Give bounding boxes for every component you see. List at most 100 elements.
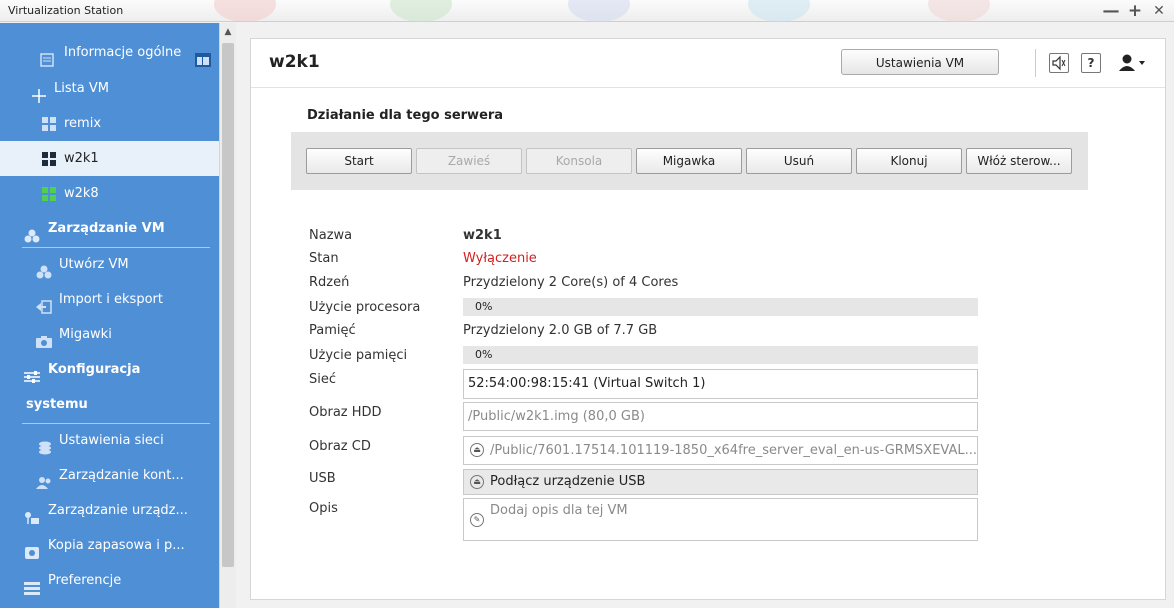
sidebar-item-overview[interactable]: Informacje ogólne [0,35,219,70]
vm-icon [42,117,56,131]
sidebar-scrollbar[interactable]: ▲ [219,23,236,608]
backup-icon [24,539,39,559]
sidebar-item-label: Ustawienia sieci [59,433,164,448]
memory-value: Przydzielony 2.0 GB of 7.7 GB [463,323,658,338]
sidebar-item-system-config-cont[interactable]: systemu [0,387,219,422]
core-label: Rdzeń [309,275,350,290]
sidebar-item-label: Import i eksport [59,292,163,307]
decorative-app-icon [748,0,810,22]
user-icon[interactable] [1117,53,1149,73]
network-icon [38,434,52,455]
sidebar-item-system-config[interactable]: Konfiguracja [0,352,219,387]
minimize-button[interactable]: — [1102,1,1120,21]
maximize-button[interactable]: + [1126,1,1144,21]
sidebar-item-backup[interactable]: Kopia zapasowa i p... [0,528,219,563]
sidebar-item-snapshots[interactable]: Migawki [0,317,219,352]
usb-label: USB [309,471,336,486]
sidebar-item-label: w2k8 [64,186,99,201]
actions-title: Działanie dla tego serwera [307,108,504,123]
memory-usage-bar: 0% [463,346,978,364]
sidebar-item-label: Utwórz VM [59,257,129,272]
sidebar-item-create-vm[interactable]: Utwórz VM [0,247,219,282]
vm-manage-icon [24,222,40,243]
sidebar-item-label: Zarządzanie kont... [59,468,184,483]
insert-driver-button[interactable]: Włóż sterow... [966,148,1072,174]
cd-image-field[interactable]: ⏏ /Public/7601.17514.101119-1850_x64fre_… [463,436,978,465]
camera-icon [36,328,52,348]
description-placeholder: Dodaj opis dla tej VM [490,503,628,518]
delete-button[interactable]: Usuń [746,148,852,174]
speaker-icon[interactable] [1049,53,1069,73]
close-button[interactable]: ✕ [1150,1,1168,21]
sidebar-item-network-settings[interactable]: Ustawienia sieci [0,423,219,458]
help-icon[interactable]: ? [1081,53,1101,73]
scrollbar-thumb[interactable] [222,43,234,567]
decorative-app-icon [390,0,452,22]
cpu-usage-value: 0% [475,300,493,313]
pencil-icon[interactable]: ✎ [470,513,484,527]
preferences-icon [24,574,40,595]
import-icon [36,293,52,314]
network-label: Sieć [309,372,337,387]
devices-icon [24,504,39,524]
hdd-image-field[interactable]: /Public/w2k1.img (80,0 GB) [463,402,978,431]
header-divider [1035,49,1036,77]
sliders-icon [24,363,40,383]
console-button[interactable]: Konsola [526,148,632,174]
hdd-image-value: /Public/w2k1.img (80,0 GB) [468,409,645,424]
memory-usage-value: 0% [475,348,493,361]
sidebar-item-label: Informacje ogólne [64,45,182,60]
sidebar-item-label: w2k1 [64,151,99,166]
description-label: Opis [309,501,338,516]
decorative-app-icon [214,0,276,22]
page-title: w2k1 [269,52,320,72]
sidebar-item-vm-remix[interactable]: remix [0,106,219,141]
sidebar-item-vm-management[interactable]: Zarządzanie VM [0,211,219,246]
info-icon [40,46,54,67]
sidebar-item-label: Zarządzanie VM [48,221,165,236]
snapshot-button[interactable]: Migawka [636,148,742,174]
start-button[interactable]: Start [306,148,412,174]
cpu-usage-bar: 0% [463,298,978,316]
sidebar-item-label: systemu [26,397,88,412]
name-label: Nazwa [309,228,353,243]
vm-detail-panel: w2k1 Ustawienia VM ? Działanie dla tego … [250,38,1166,600]
usb-field[interactable]: ⏏ Podłącz urządzenie USB [463,469,978,495]
name-value: w2k1 [463,228,502,243]
decorative-app-icon [568,0,630,22]
sidebar-item-device-management[interactable]: Zarządzanie urządz... [0,493,219,528]
sidebar-item-vm-w2k8[interactable]: w2k8 [0,176,219,211]
cpu-usage-label: Użycie procesora [309,300,421,315]
hdd-image-label: Obraz HDD [309,405,382,420]
decorative-app-icon [928,0,990,22]
sidebar-item-preferences[interactable]: Preferencje [0,563,219,598]
vm-running-icon [42,187,56,201]
sidebar-item-label: Kopia zapasowa i p... [48,538,185,553]
accounts-icon [36,469,51,489]
action-toolbar: Start Zawieś Konsola Migawka Usuń Klonuj… [291,132,1088,190]
sidebar-item-account-management[interactable]: Zarządzanie kont... [0,458,219,493]
network-field[interactable]: 52:54:00:98:15:41 (Virtual Switch 1) [463,369,978,399]
sidebar-item-label: Zarządzanie urządz... [48,503,188,518]
title-bar: Virtualization Station — + ✕ [0,0,1174,22]
layout-icon[interactable] [195,46,211,67]
cd-image-value: /Public/7601.17514.101119-1850_x64fre_se… [490,443,978,458]
vm-settings-button[interactable]: Ustawienia VM [841,49,999,75]
panel-header: w2k1 Ustawienia VM ? [251,39,1165,88]
network-value: 52:54:00:98:15:41 (Virtual Switch 1) [468,376,706,391]
sidebar-item-vm-w2k1[interactable]: w2k1 [0,141,219,176]
vm-icon [42,152,56,166]
state-value: Wyłączenie [463,251,537,266]
suspend-button[interactable]: Zawieś [416,148,522,174]
clone-button[interactable]: Klonuj [856,148,962,174]
memory-label: Pamięć [309,323,356,338]
description-field[interactable]: ✎ Dodaj opis dla tej VM [463,498,978,541]
create-vm-icon [36,258,52,279]
sidebar-item-label: Migawki [59,327,112,342]
state-label: Stan [309,251,339,266]
scroll-up-icon[interactable]: ▲ [220,23,236,41]
sidebar-item-import-export[interactable]: Import i eksport [0,282,219,317]
eject-icon[interactable]: ⏏ [470,443,484,457]
usb-connect-icon[interactable]: ⏏ [470,475,484,489]
sidebar-item-vm-list[interactable]: Lista VM [0,71,219,106]
